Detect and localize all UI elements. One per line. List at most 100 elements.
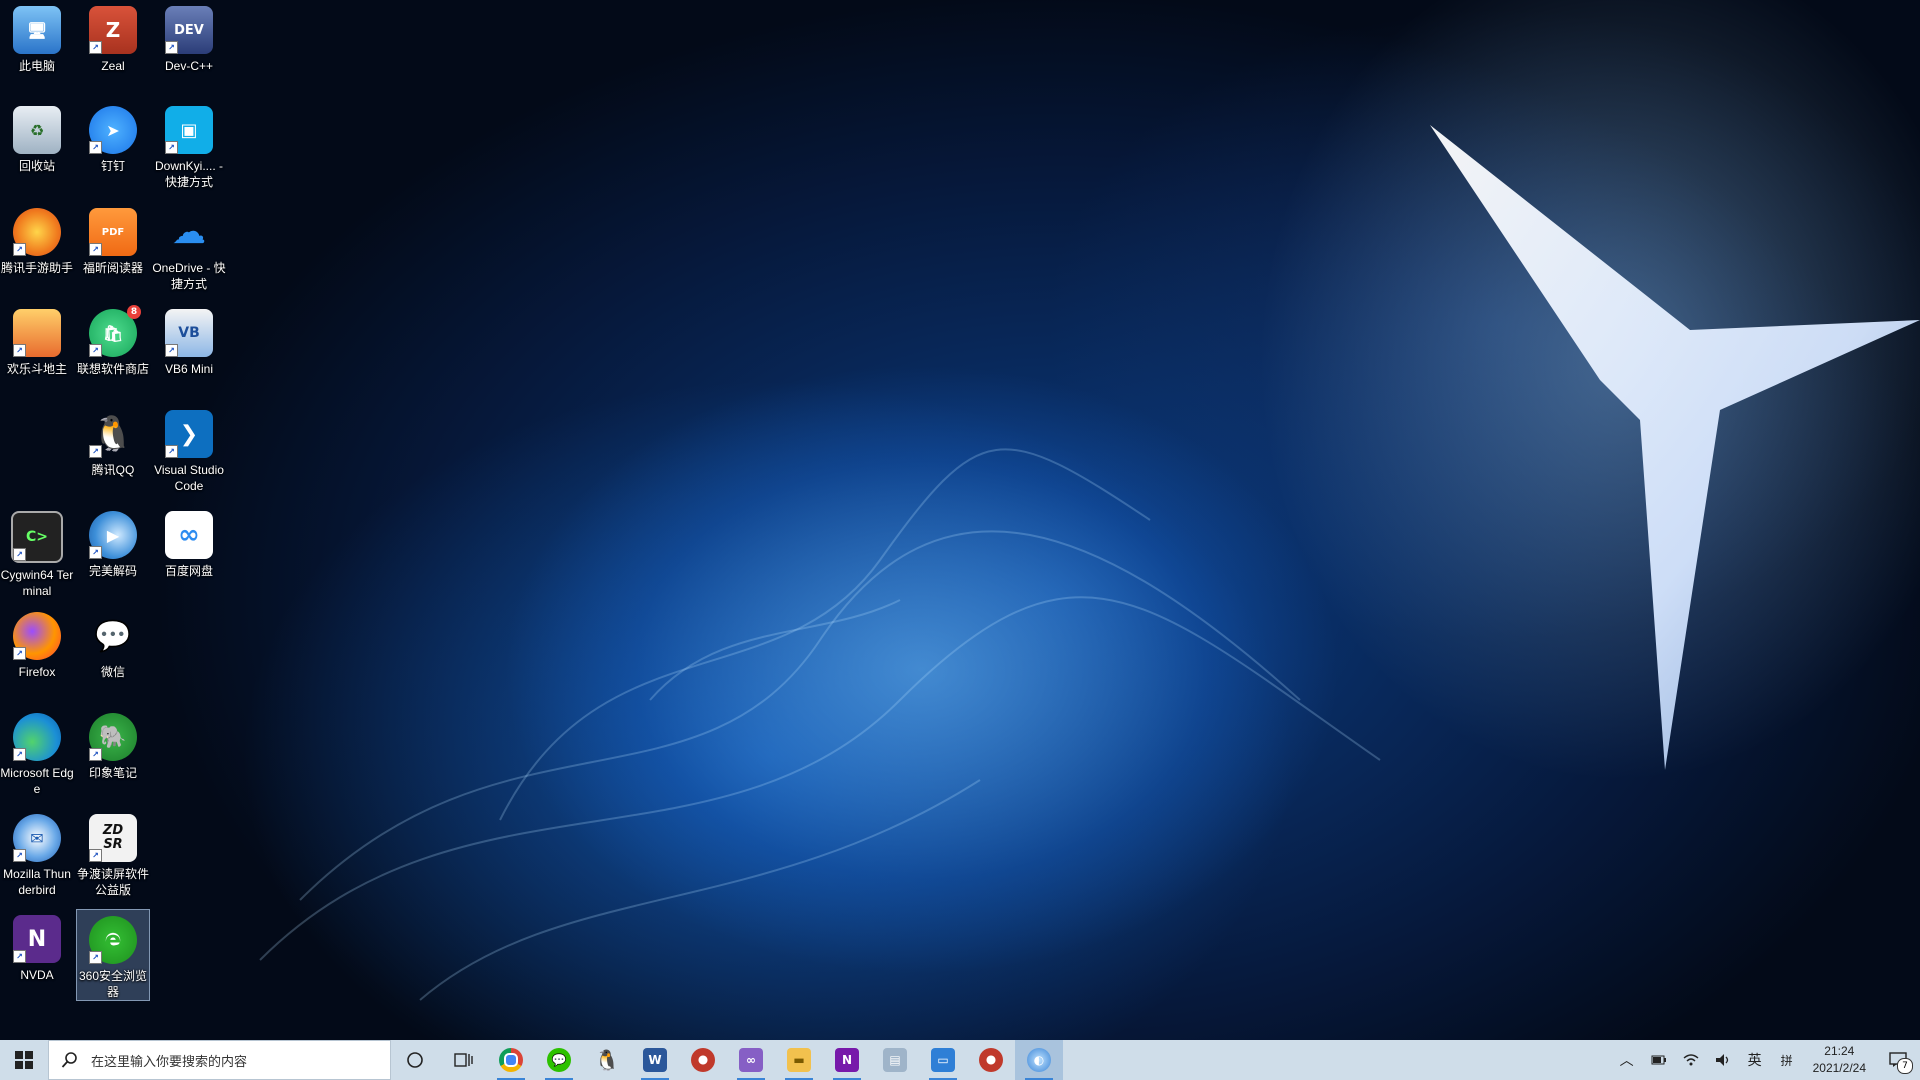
icon-label: 福昕阅读器	[82, 261, 143, 275]
taskbar-app-visual-studio[interactable]: ∞	[727, 1040, 775, 1080]
desktop-icon-qq[interactable]: 🐧 ↗ 腾讯QQ	[76, 404, 150, 500]
devcpp-icon: DEV ↗	[165, 6, 213, 54]
search-icon	[61, 1052, 77, 1068]
qq-icon: 🐧	[594, 1048, 620, 1072]
desktop-icon-downkyi[interactable]: ▣ ↗ DownKyi.... - 快捷方式	[152, 100, 226, 196]
system-tray: ︿ 英 拼 21:24 2021/2/24 7	[1611, 1040, 1920, 1080]
task-view-button[interactable]	[439, 1040, 487, 1080]
volume-icon[interactable]	[1707, 1040, 1739, 1080]
taskbar-app-active[interactable]: ◐	[1015, 1040, 1063, 1080]
cortana-icon	[407, 1052, 423, 1068]
start-button[interactable]	[0, 1040, 48, 1080]
taskbar-app-chrome[interactable]	[487, 1040, 535, 1080]
vscode-icon: ❯ ↗	[165, 410, 213, 458]
desktop-icon-cygwin[interactable]: C> ↗ Cygwin64 Terminal	[0, 505, 74, 601]
taskbar-app-red-2[interactable]	[967, 1040, 1015, 1080]
desktop-icon-potplayer[interactable]: ▶ ↗ 完美解码	[76, 505, 150, 601]
app-red-icon	[691, 1048, 715, 1072]
desktop-icon-baidu-netdisk[interactable]: ∞ 百度网盘	[152, 505, 226, 601]
icon-label: DownKyi.... - 快捷方式	[154, 159, 223, 189]
icon-label: 印象笔记	[88, 766, 137, 780]
store-badge: 8	[127, 305, 141, 319]
clock[interactable]: 21:24 2021/2/24	[1803, 1043, 1876, 1077]
icon-label: 百度网盘	[164, 564, 213, 578]
nvda-icon: N ↗	[13, 915, 61, 963]
ime-language[interactable]: 英	[1739, 1040, 1771, 1080]
desktop: 🖥 此电脑 ♻ 回收站 ↗ 腾讯手游助手 ↗ 欢乐斗地主 C> ↗ Cygwin6…	[0, 0, 1920, 1040]
chevron-up-icon: ︿	[1619, 1053, 1634, 1069]
icon-label: Cygwin64 Terminal	[0, 568, 74, 598]
computer-icon: 🖥	[13, 6, 61, 54]
visual-studio-icon: ∞	[739, 1048, 763, 1072]
clock-date: 2021/2/24	[1812, 1061, 1866, 1075]
icon-label: 联想软件商店	[76, 362, 149, 376]
cygwin-icon: C> ↗	[11, 511, 63, 563]
onedrive-icon: ☁	[172, 212, 206, 252]
show-hidden-icons-button[interactable]: ︿	[1611, 1040, 1643, 1080]
taskbar-app-wechat[interactable]: 💬	[535, 1040, 583, 1080]
search-placeholder: 在这里输入你要搜索的内容	[91, 1053, 248, 1069]
icon-label: Mozilla Thunderbird	[3, 867, 71, 897]
edge-icon: ↗	[13, 713, 61, 761]
battery-icon[interactable]	[1643, 1040, 1675, 1080]
desktop-icon-wechat[interactable]: 💬 微信	[76, 606, 150, 702]
icon-label: Microsoft Edge	[0, 766, 74, 796]
icon-label: OneDrive - 快捷方式	[152, 261, 226, 291]
desktop-icon-thunderbird[interactable]: ✉ ↗ Mozilla Thunderbird	[0, 808, 74, 904]
recycle-bin-icon: ♻	[13, 106, 61, 154]
icon-label: Dev-C++	[164, 59, 214, 73]
desktop-icon-zdsr[interactable]: ZD SR ↗ 争渡读屏软件公益版	[76, 808, 150, 904]
desktop-icon-evernote[interactable]: 🐘 ↗ 印象笔记	[76, 707, 150, 803]
desktop-icon-doudizhu[interactable]: ↗ 欢乐斗地主	[0, 303, 74, 399]
taskbar-app-red[interactable]	[679, 1040, 727, 1080]
desktop-icon-devcpp[interactable]: DEV ↗ Dev-C++	[152, 0, 226, 96]
taskbar-app-word[interactable]: W	[631, 1040, 679, 1080]
desktop-icon-vscode[interactable]: ❯ ↗ Visual Studio Code	[152, 404, 226, 500]
task-view-icon	[454, 1053, 473, 1067]
qq-icon: 🐧 ↗	[89, 410, 137, 458]
photos-icon: ▤	[883, 1048, 907, 1072]
desktop-icon-this-pc[interactable]: 🖥 此电脑	[0, 0, 74, 96]
taskbar-app-qq[interactable]: 🐧	[583, 1040, 631, 1080]
360-browser-icon: e ↗	[89, 916, 137, 964]
firefox-icon: ↗	[13, 612, 61, 660]
taskbar-app-file-explorer[interactable]: ▬	[775, 1040, 823, 1080]
taskbar-search-box[interactable]: 在这里输入你要搜索的内容	[48, 1040, 391, 1080]
desktop-icon-zeal[interactable]: Z ↗ Zeal	[76, 0, 150, 96]
word-icon: W	[643, 1048, 667, 1072]
notification-badge: 7	[1897, 1058, 1913, 1074]
icon-label: Zeal	[101, 59, 125, 73]
taskbar-app-remote-desktop[interactable]: ▭	[919, 1040, 967, 1080]
desktop-icon-dingtalk[interactable]: ➤ ↗ 钉钉	[76, 100, 150, 196]
icon-label: 微信	[100, 665, 125, 679]
ime-mode[interactable]: 拼	[1771, 1040, 1803, 1080]
taskbar-app-onenote[interactable]: N	[823, 1040, 871, 1080]
desktop-icon-360-browser[interactable]: e ↗ 360安全浏览器	[76, 909, 150, 1001]
desktop-icon-vb6[interactable]: VB ↗ VB6 Mini	[152, 303, 226, 399]
wifi-icon[interactable]	[1675, 1040, 1707, 1080]
desktop-icon-nvda[interactable]: N ↗ NVDA	[0, 909, 74, 1005]
clock-time: 21:24	[1824, 1044, 1855, 1058]
vb6-icon: VB ↗	[165, 309, 213, 357]
onenote-icon: N	[835, 1048, 859, 1072]
desktop-icon-tencent-game[interactable]: ↗ 腾讯手游助手	[0, 202, 74, 298]
icon-label: Firefox	[18, 665, 56, 679]
desktop-icon-lenovo-store[interactable]: 🛍 8 ↗ 联想软件商店	[76, 303, 150, 399]
desktop-icon-firefox[interactable]: ↗ Firefox	[0, 606, 74, 702]
taskbar-app-photos[interactable]: ▤	[871, 1040, 919, 1080]
chrome-icon	[499, 1048, 523, 1072]
desktop-icon-edge[interactable]: ↗ Microsoft Edge	[0, 707, 74, 803]
cortana-button[interactable]	[391, 1040, 439, 1080]
baidu-netdisk-icon: ∞	[165, 511, 213, 559]
icon-label: 腾讯手游助手	[0, 261, 73, 275]
icon-label: 完美解码	[88, 564, 137, 578]
desktop-icon-onedrive[interactable]: ☁ OneDrive - 快捷方式	[152, 202, 226, 298]
icon-label: VB6 Mini	[164, 362, 214, 376]
desktop-icon-recycle-bin[interactable]: ♻ 回收站	[0, 100, 74, 196]
desktop-icon-foxit[interactable]: PDF ↗ 福昕阅读器	[76, 202, 150, 298]
action-center-button[interactable]: 7	[1876, 1040, 1920, 1080]
icon-label: 腾讯QQ	[91, 463, 135, 477]
icon-label: 回收站	[18, 159, 55, 173]
tencent-game-icon: ↗	[13, 208, 61, 256]
zdsr-icon: ZD SR ↗	[89, 814, 137, 862]
